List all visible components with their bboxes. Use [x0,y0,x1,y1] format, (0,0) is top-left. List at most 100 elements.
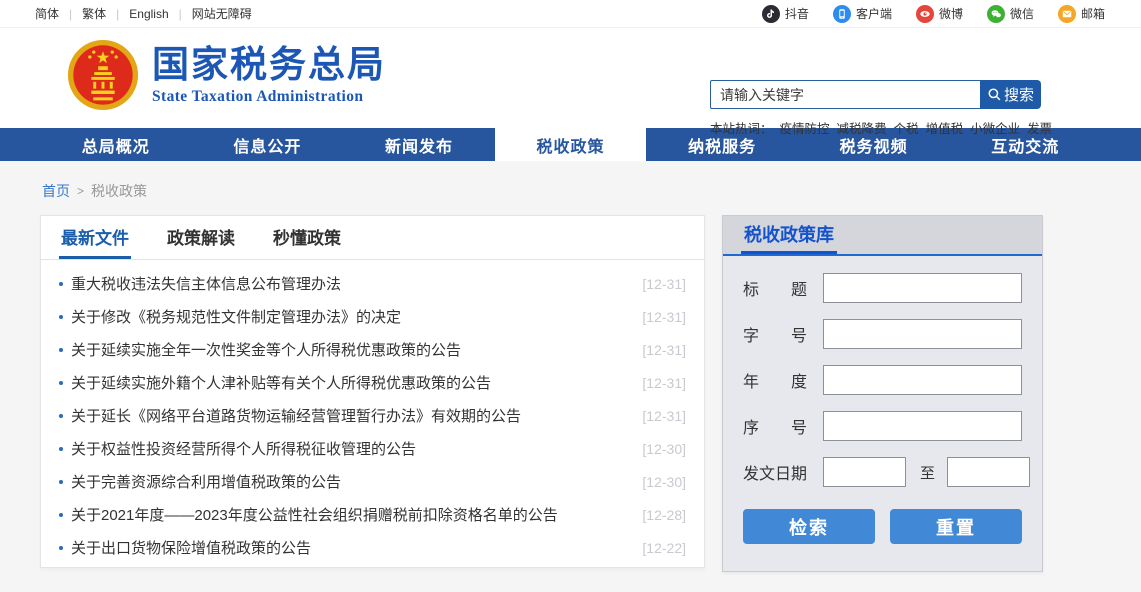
social-links: 抖音 客户端 微博 微信 邮箱 [762,5,1105,23]
social-label: 微信 [1010,5,1034,22]
news-link[interactable]: 关于权益性投资经营所得个人所得税征收管理的公告 [71,438,416,459]
weibo-icon [916,5,934,23]
form-row: 年 度 [743,365,1022,395]
site-subtitle: State Taxation Administration [152,88,386,106]
nav-item[interactable]: 税收政策 [495,128,647,161]
page: 简体|繁体|English|网站无障碍 抖音 客户端 微博 微信 邮箱 [0,0,1141,592]
news-link[interactable]: 关于延续实施外籍个人津补贴等有关个人所得税优惠政策的公告 [71,372,491,393]
hotword-link[interactable]: 减税降费 [837,118,887,137]
douyin-icon [762,5,780,23]
news-item[interactable]: 关于延续实施外籍个人津补贴等有关个人所得税优惠政策的公告 [12-31] [59,366,686,399]
policy-search-panel: 税收政策库 标 题 字 号 年 度 [722,215,1043,572]
logo-text: 国家税务总局 State Taxation Administration [152,44,386,106]
wechat-icon [987,5,1005,23]
policy-panel-header: 税收政策库 [723,216,1042,256]
search-area: 搜索 本站热词： 疫情防控减税降费个税增值税小微企业发票 [710,80,1042,137]
breadcrumb-separator: > [77,184,84,198]
hotword-link[interactable]: 个税 [894,118,919,137]
search-icon [987,87,1002,102]
hotword-link[interactable]: 增值税 [926,118,964,137]
date-to-input[interactable] [947,457,1030,487]
phone-icon [833,5,851,23]
social-link[interactable]: 微信 [987,5,1034,23]
language-link[interactable]: 网站无障碍 [192,5,252,22]
search-button[interactable]: 搜索 [980,80,1041,109]
social-label: 客户端 [856,5,892,22]
news-tabs: 最新文件政策解读秒懂政策 [41,216,704,260]
search-input[interactable] [710,80,980,109]
mail-icon [1058,5,1076,23]
language-link[interactable]: English [129,7,168,21]
news-item[interactable]: 关于延长《网络平台道路货物运输经营管理暂行办法》有效期的公告 [12-31] [59,399,686,432]
policy-field-input[interactable] [823,273,1022,303]
news-item[interactable]: 关于出口货物保险增值税政策的公告 [12-22] [59,531,686,564]
news-link[interactable]: 关于修改《税务规范性文件制定管理办法》的决定 [71,306,401,327]
news-link[interactable]: 关于延续实施全年一次性奖金等个人所得税优惠政策的公告 [71,339,461,360]
breadcrumb-current: 税收政策 [91,181,147,201]
news-date: [12-30] [632,441,686,457]
news-link[interactable]: 关于2021年度——2023年度公益性社会组织捐赠税前扣除资格名单的公告 [71,504,558,525]
form-row: 标 题 [743,273,1022,303]
search-button-label: 搜索 [1004,84,1034,105]
nav-item[interactable]: 新闻发布 [343,128,495,161]
date-range-row: 发文日期 至 [743,457,1022,487]
bullet-icon [59,447,63,451]
news-link[interactable]: 关于出口货物保险增值税政策的公告 [71,537,311,558]
news-date: [12-28] [632,507,686,523]
news-link[interactable]: 关于延长《网络平台道路货物运输经营管理暂行办法》有效期的公告 [71,405,521,426]
bullet-icon [59,513,63,517]
hotword-link[interactable]: 小微企业 [970,118,1020,137]
news-link[interactable]: 重大税收违法失信主体信息公布管理办法 [71,273,341,294]
news-item[interactable]: 关于权益性投资经营所得个人所得税征收管理的公告 [12-30] [59,432,686,465]
hotword-link[interactable]: 发票 [1027,118,1052,137]
news-date: [12-31] [632,276,686,292]
policy-field-input[interactable] [823,319,1022,349]
search-submit-button[interactable]: 检索 [743,509,875,544]
separator: | [179,7,182,21]
social-link[interactable]: 邮箱 [1058,5,1105,23]
breadcrumb-home-link[interactable]: 首页 [42,181,70,201]
news-list: 重大税收违法失信主体信息公布管理办法 [12-31] 关于修改《税务规范性文件制… [41,260,704,564]
news-tab[interactable]: 秒懂政策 [271,216,343,259]
news-item[interactable]: 关于修改《税务规范性文件制定管理办法》的决定 [12-31] [59,300,686,333]
social-link[interactable]: 抖音 [762,5,809,23]
nav-item[interactable]: 总局概况 [40,128,192,161]
bullet-icon [59,381,63,385]
policy-field-input[interactable] [823,411,1022,441]
nav-item[interactable]: 信息公开 [192,128,344,161]
reset-button[interactable]: 重置 [890,509,1022,544]
social-link[interactable]: 客户端 [833,5,892,23]
news-item[interactable]: 关于完善资源综合利用增值税政策的公告 [12-30] [59,465,686,498]
date-range-label: 发文日期 [743,460,807,484]
topbar: 简体|繁体|English|网站无障碍 抖音 客户端 微博 微信 邮箱 [0,0,1141,28]
date-from-input[interactable] [823,457,906,487]
site-logo[interactable]: 国家税务总局 State Taxation Administration [66,38,386,112]
news-tab[interactable]: 最新文件 [59,216,131,259]
field-label: 标 题 [743,276,807,300]
social-link[interactable]: 微博 [916,5,963,23]
date-to-label: 至 [920,462,935,483]
social-label: 微博 [939,5,963,22]
news-link[interactable]: 关于完善资源综合利用增值税政策的公告 [71,471,341,492]
bullet-icon [59,414,63,418]
news-panel: 最新文件政策解读秒懂政策 重大税收违法失信主体信息公布管理办法 [12-31] … [40,215,705,568]
hotword-link[interactable]: 疫情防控 [780,118,830,137]
news-item[interactable]: 重大税收违法失信主体信息公布管理办法 [12-31] [59,267,686,300]
policy-search-form: 标 题 字 号 年 度 序 号 发文日期 [723,256,1042,544]
policy-panel-title: 税收政策库 [741,216,837,254]
language-link[interactable]: 简体 [35,5,59,22]
policy-field-input[interactable] [823,365,1022,395]
field-label: 年 度 [743,368,807,392]
language-link[interactable]: 繁体 [82,5,106,22]
news-tab[interactable]: 政策解读 [165,216,237,259]
form-buttons: 检索 重置 [743,509,1022,544]
news-item[interactable]: 关于2021年度——2023年度公益性社会组织捐赠税前扣除资格名单的公告 [12… [59,498,686,531]
news-item[interactable]: 关于延续实施全年一次性奖金等个人所得税优惠政策的公告 [12-31] [59,333,686,366]
separator: | [69,7,72,21]
bullet-icon [59,480,63,484]
national-emblem-icon [66,38,140,112]
site-title: 国家税务总局 [152,44,386,87]
news-date: [12-31] [632,309,686,325]
field-label: 序 号 [743,414,807,438]
breadcrumb: 首页 > 税收政策 [0,161,1141,215]
